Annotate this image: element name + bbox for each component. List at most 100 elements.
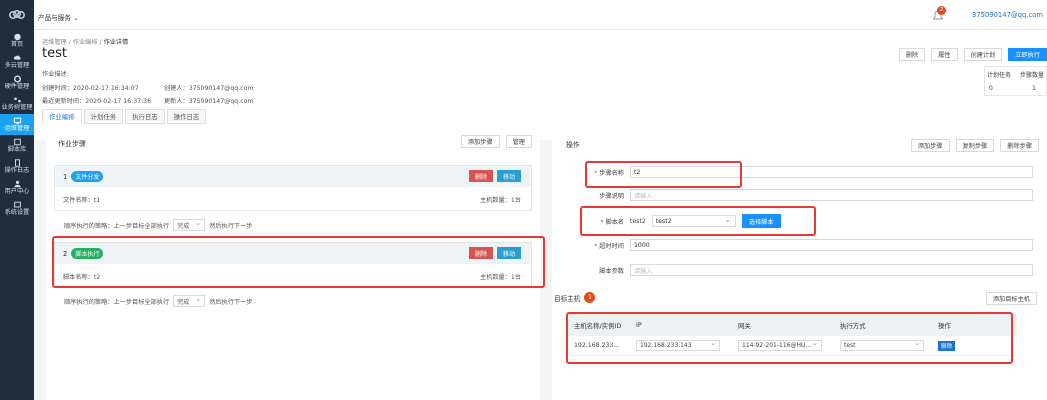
tab-plans[interactable]: 计划任务	[83, 109, 124, 124]
product-menu[interactable]: 产品与服务 ⌄	[38, 12, 79, 22]
step-strategy-2: 顺序执行的策略：上一步目标全部执行 完成 然后执行下一步	[64, 295, 253, 307]
meta-row-created: 创建时间：2020-02-17 16:34:07 创建人：375090147@qq…	[42, 83, 253, 92]
step-body: 文件名称：t1 主机数量：1台	[55, 187, 531, 211]
params-label: 脚本参数	[599, 267, 624, 275]
steps-actions: 添加步骤 管理	[455, 135, 532, 148]
delete-button[interactable]: 删除	[898, 48, 926, 61]
sidebar-item-multicloud[interactable]: 多云管理	[0, 51, 34, 72]
stat-label: 计划任务	[987, 72, 1012, 79]
sidebar-item-oplog[interactable]: 操作日志	[0, 156, 34, 177]
creator: 创建人：375090147@qq.com	[164, 85, 254, 92]
add-step-button[interactable]: 添加步骤	[460, 135, 500, 148]
create-plan-button[interactable]: 创建计划	[963, 48, 1003, 61]
log-icon	[14, 159, 20, 167]
stats-box: 计划任务 步骤数量 0 1	[984, 66, 1047, 96]
stat-value: 0	[989, 85, 993, 92]
breadcrumb-item[interactable]: 运维管理	[42, 39, 67, 46]
target-count-badge: 1	[584, 292, 596, 303]
logo[interactable]	[0, 0, 34, 30]
sidebar-item-label: 硬件管理	[4, 82, 30, 90]
tab-bar: 作业编排 计划任务 执行日志 操作日志	[42, 109, 208, 124]
monitor-icon	[13, 117, 21, 125]
sidebar-item-label: 操作日志	[4, 166, 30, 174]
gear-icon	[13, 75, 21, 83]
breadcrumb-current: 作业详情	[103, 39, 129, 46]
strategy-prefix: 顺序执行的策略：上一步目标全部执行	[64, 222, 170, 230]
delete-step-button[interactable]: 删除步骤	[1000, 139, 1039, 152]
sidebar-item-label: 脚本库	[7, 145, 27, 153]
timeout-label: 超时时间	[582, 241, 630, 250]
page-title: test	[42, 46, 67, 61]
sidebar-item-hardware[interactable]: 硬件管理	[0, 72, 34, 93]
sidebar-item-label: 系统设置	[4, 208, 30, 216]
sidebar-item-home[interactable]: 首页	[0, 30, 34, 51]
params-input[interactable]: 请输入	[630, 264, 1033, 276]
tab-op-log[interactable]: 操作日志	[166, 109, 207, 124]
strategy-suffix: 然后执行下一步	[209, 222, 253, 230]
execute-now-button[interactable]: 立即执行	[1008, 48, 1047, 61]
breadcrumb: 运维管理 / 作业编排 / 作业详情	[42, 39, 129, 46]
updater: 更新人：375090147@qq.com	[164, 98, 254, 105]
step-strategy-1: 顺序执行的策略：上一步目标全部执行 完成 然后执行下一步	[64, 219, 253, 231]
topbar: 产品与服务 ⌄ 2 375090147@qq.com	[34, 0, 1047, 30]
step-card-1[interactable]: 1 文件分发 删除 移动 文件名称：t1 主机数量：1台	[54, 165, 532, 211]
target-hosts-title: 目标主机	[554, 294, 581, 303]
sidebar-item-label: 业务树管理	[1, 103, 33, 111]
step-host-count: 主机数量：1台	[479, 197, 521, 204]
annotation-box-target-table	[566, 312, 1013, 364]
tree-icon	[13, 97, 21, 103]
created-time: 创建时间：2020-02-17 16:34:07	[42, 85, 139, 92]
timeout-input[interactable]: 1000	[630, 239, 1033, 251]
sidebar-item-label: 多云管理	[4, 61, 30, 69]
step-buttons: 删除 移动	[465, 170, 521, 182]
script-icon	[13, 138, 21, 146]
logo-icon	[9, 10, 25, 19]
sidebar-item-ops[interactable]: 运维管理	[0, 114, 34, 135]
job-description: 作业描述:	[42, 71, 69, 78]
step-header: 1 文件分发 删除 移动	[55, 166, 531, 187]
product-menu-label: 产品与服务	[38, 14, 71, 22]
annotation-box-script	[580, 206, 816, 236]
annotation-box-step2	[52, 236, 545, 288]
add-step-button[interactable]: 添加步骤	[910, 139, 950, 152]
delete-step-button[interactable]: 删除	[468, 170, 493, 182]
add-target-host-button[interactable]: 添加目标主机	[985, 292, 1037, 305]
breadcrumb-item[interactable]: 作业编排	[73, 39, 98, 46]
tab-exec-log[interactable]: 执行日志	[125, 109, 165, 124]
user-email[interactable]: 375090147@qq.com	[972, 11, 1043, 19]
attributes-button[interactable]: 履性	[931, 48, 958, 61]
notification-badge: 2	[937, 6, 946, 15]
chevron-down-icon: ⌄	[73, 14, 79, 22]
page-header: 运维管理 / 作业编排 / 作业详情 test 删除 履性 创建计划 立即执行 …	[34, 30, 1047, 140]
updated-time: 最近更新时间：2020-02-17 16:37:36	[42, 98, 152, 105]
tab-orchestration[interactable]: 作业编排	[42, 109, 82, 124]
strategy-select[interactable]: 完成	[173, 295, 206, 307]
step-desc-row: 步骤说明 请输入	[582, 189, 1033, 201]
user-icon	[13, 180, 21, 188]
cloud-icon	[13, 55, 21, 60]
settings-icon	[13, 201, 21, 208]
step-number: 1	[63, 172, 68, 181]
manage-button[interactable]: 管理	[505, 135, 532, 148]
move-step-button[interactable]: 移动	[496, 170, 521, 182]
step-desc-input[interactable]: 请输入	[630, 189, 1033, 201]
sidebar-item-settings[interactable]: 系统设置	[0, 198, 34, 219]
strategy-select[interactable]: 完成	[173, 219, 206, 231]
copy-step-button[interactable]: 复制步骤	[955, 139, 995, 152]
stat-value: 1	[1032, 85, 1036, 92]
sidebar-item-scripts[interactable]: 脚本库	[0, 135, 34, 156]
step-detail: 文件名称：t1	[63, 197, 101, 204]
timeout-row: 超时时间 1000	[582, 239, 1033, 251]
steps-title: 作业步骤	[58, 140, 86, 148]
step-type-tag: 文件分发	[71, 171, 104, 182]
annotation-box-step-name	[585, 161, 742, 188]
target-hosts-header: 目标主机 1	[554, 292, 596, 303]
sidebar-item-label: 运维管理	[4, 124, 30, 132]
strategy-prefix: 顺序执行的策略：上一步目标全部执行	[64, 298, 170, 306]
meta-row-updated: 最近更新时间：2020-02-17 16:37:36 更新人：375090147@…	[42, 96, 253, 105]
sidebar-item-user-center[interactable]: 用户中心	[0, 177, 34, 198]
sidebar-item-business-tree[interactable]: 业务树管理	[0, 93, 34, 114]
stat-label: 步骤数量	[1019, 72, 1044, 79]
sidebar-item-label: 首页	[10, 40, 24, 48]
operation-title: 操作	[566, 141, 580, 149]
